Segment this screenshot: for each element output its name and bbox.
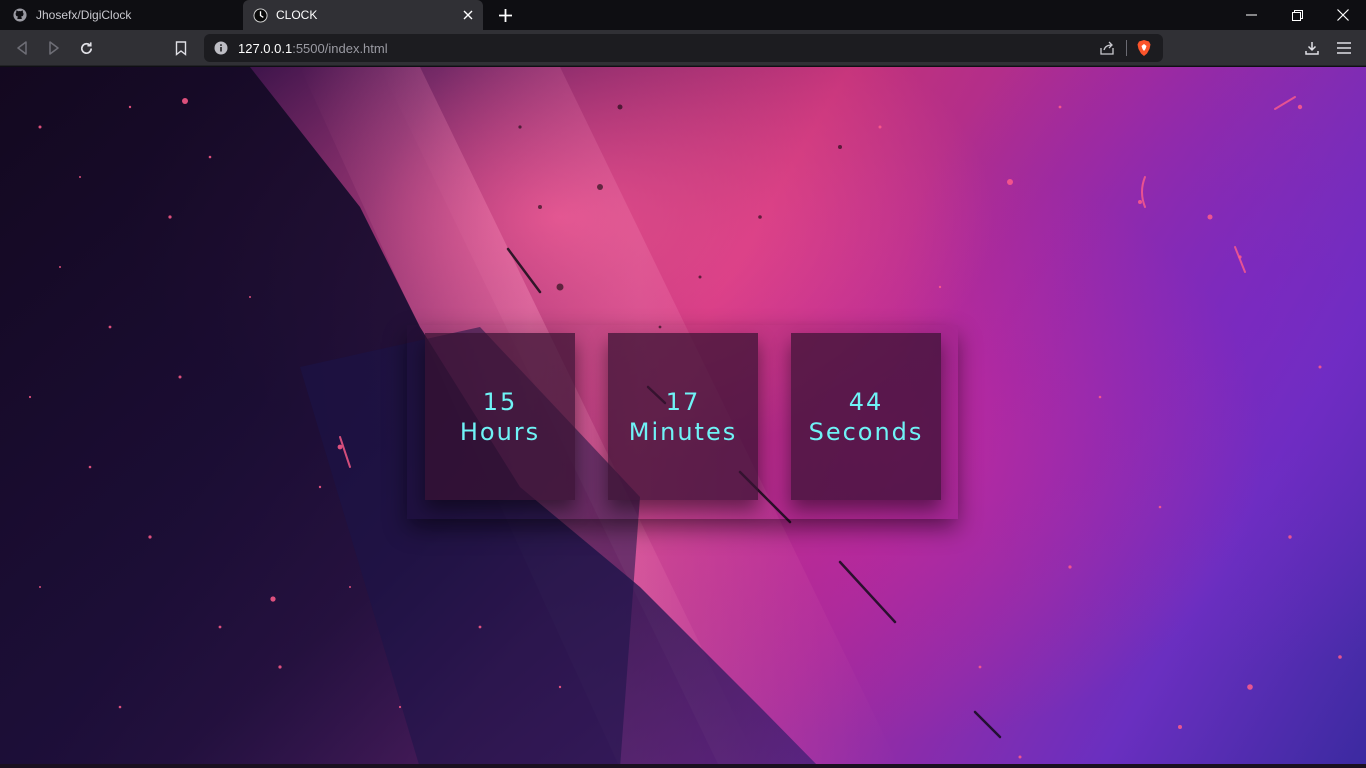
back-icon[interactable] [12,38,32,58]
address-bar-divider [1126,40,1127,56]
clock-icon [252,7,268,23]
forward-icon[interactable] [44,38,64,58]
share-icon[interactable] [1099,40,1115,56]
menu-icon[interactable] [1334,38,1354,58]
close-tab-icon[interactable] [460,7,476,23]
hours-label: Hours [459,417,541,446]
minutes-label: Minutes [628,417,738,446]
github-icon [12,7,28,23]
address-bar[interactable]: 127.0.0.1:5500/index.html [204,34,1163,62]
url-text: 127.0.0.1:5500/index.html [238,41,388,56]
url-path: :5500/index.html [292,41,388,56]
minutes-value: 17 [665,387,701,416]
bookmark-icon[interactable] [171,38,191,58]
restore-icon[interactable] [1274,0,1320,30]
seconds-card: 44 Seconds [791,333,941,500]
clock-panel: 15 Hours 17 Minutes 44 Seconds [407,325,958,519]
tab-clock[interactable]: CLOCK [243,0,483,30]
window-bottom-edge [0,764,1366,768]
seconds-value: 44 [848,387,884,416]
hours-value: 15 [482,387,518,416]
tab-strip: Jhosefx/DigiClock CLOCK [0,0,1366,30]
close-window-icon[interactable] [1320,0,1366,30]
minutes-card: 17 Minutes [608,333,758,500]
tab-title: Jhosefx/DigiClock [36,8,132,22]
seconds-label: Seconds [808,417,924,446]
url-host: 127.0.0.1 [238,41,293,56]
info-icon[interactable] [214,41,228,55]
brave-shield-icon[interactable] [1135,39,1153,57]
download-icon[interactable] [1302,38,1322,58]
minimize-icon[interactable] [1228,0,1274,30]
tab-digiclock-repo[interactable]: Jhosefx/DigiClock [0,0,242,30]
new-tab-icon[interactable] [494,5,516,25]
page-viewport: 15 Hours 17 Minutes 44 Seconds [0,67,1366,768]
tab-title: CLOCK [276,8,318,22]
browser-toolbar: 127.0.0.1:5500/index.html [0,30,1366,66]
reload-icon[interactable] [76,38,96,58]
hours-card: 15 Hours [425,333,575,500]
